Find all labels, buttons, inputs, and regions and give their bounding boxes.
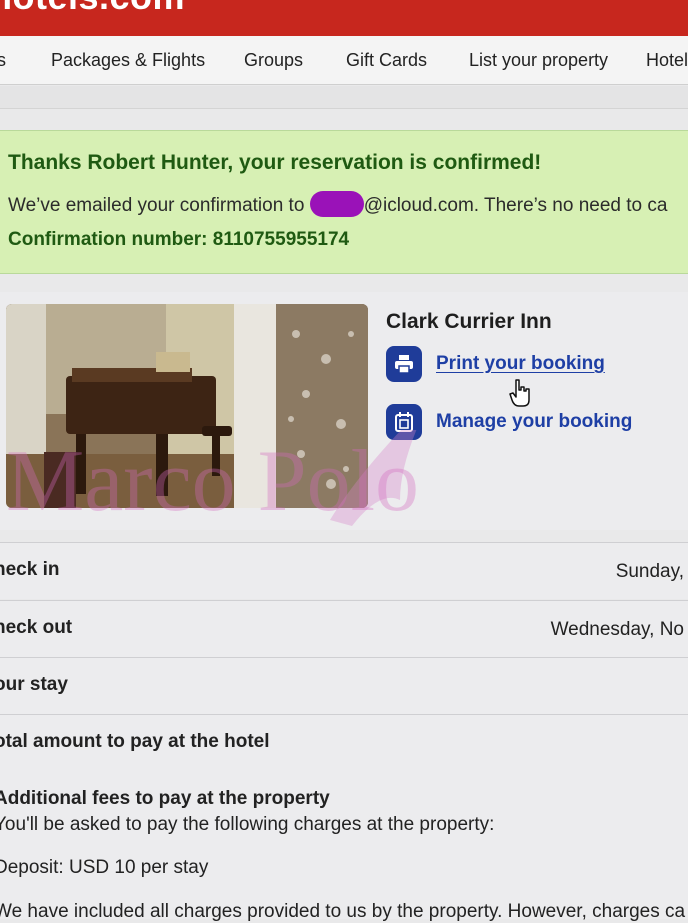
your-stay-row: our stay [0, 657, 688, 714]
confirmation-banner: Thanks Robert Hunter, your reservation i… [0, 130, 688, 274]
manage-booking-label[interactable]: Manage your booking [436, 411, 632, 433]
nav-subbar [0, 86, 688, 109]
check-in-row: heck in Sunday, [0, 542, 688, 599]
check-in-label: heck in [0, 559, 60, 580]
confirmation-email-line: We’ve emailed your confirmation to @iclo… [8, 191, 667, 217]
confirmation-number: Confirmation number: 8110755955174 [8, 229, 350, 250]
hotel-name: Clark Currier Inn [386, 310, 552, 333]
hotels-logo[interactable]: hotels.com [0, 0, 185, 18]
nav-item-hotels[interactable]: Hotels [646, 50, 688, 71]
check-in-value: Sunday, [615, 561, 684, 582]
nav-item-list-your-property[interactable]: List your property [469, 50, 608, 71]
your-stay-label: our stay [0, 674, 68, 695]
calendar-icon [386, 404, 422, 440]
deposit-text: Deposit: USD 10 per stay [0, 857, 209, 878]
brand-header: hotels.com [0, 0, 688, 40]
check-out-row: heck out Wednesday, No [0, 600, 688, 657]
hotel-room-photo[interactable] [6, 304, 368, 508]
hotel-card: Clark Currier Inn Print your booking Man… [0, 292, 688, 530]
check-out-value: Wednesday, No [550, 619, 684, 640]
nav-item-truncated[interactable]: s [0, 50, 6, 71]
nav-item-gift-cards[interactable]: Gift Cards [346, 50, 427, 71]
room-photo-illustration [6, 304, 368, 508]
printer-icon [386, 346, 422, 382]
additional-fees-heading: Additional fees to pay at the property [0, 788, 330, 809]
check-out-label: heck out [0, 617, 73, 638]
nav-item-groups[interactable]: Groups [244, 50, 303, 71]
additional-fees-subtitle: You'll be asked to pay the following cha… [0, 814, 495, 835]
total-amount-label: otal amount to pay at the hotel [0, 731, 270, 752]
confirmation-title: Thanks Robert Hunter, your reservation i… [8, 151, 542, 174]
email-prefix-text: We’ve emailed your confirmation to [8, 195, 305, 216]
print-booking-label[interactable]: Print your booking [436, 353, 605, 375]
redacted-email-mark [309, 191, 364, 217]
email-suffix-text: @icloud.com. There’s no need to ca [363, 195, 668, 216]
fees-disclaimer: We have included all charges provided to… [0, 901, 686, 922]
nav-item-packages-flights[interactable]: Packages & Flights [51, 50, 205, 71]
main-nav: s Packages & Flights Groups Gift Cards L… [0, 36, 688, 85]
hand-cursor-icon [509, 379, 530, 407]
